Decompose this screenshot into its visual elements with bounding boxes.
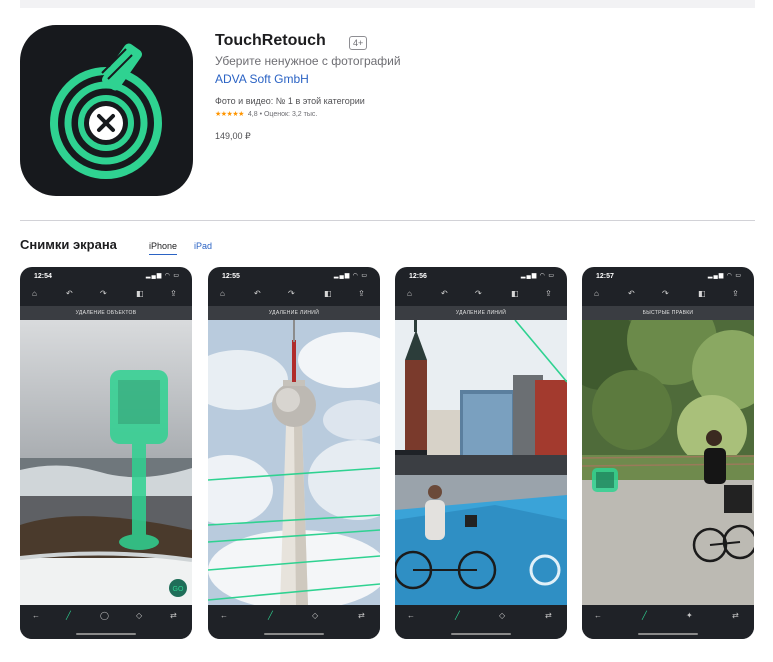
back-icon: ← — [594, 611, 602, 620]
app-toolbar: ⌂ ↶ ↷ ◧ ⇪ — [20, 285, 192, 305]
home-indicator — [264, 633, 324, 635]
status-bar: 12:56 ▂▄▆ ◠ ▭ — [395, 267, 567, 285]
share-icon: ⇪ — [545, 289, 552, 298]
app-toolbar: ⌂ ↶ ↷ ◧ ⇪ — [208, 285, 380, 305]
divider — [20, 220, 755, 221]
screenshot-2[interactable]: 12:55 ▂▄▆ ◠ ▭ ⌂ ↶ ↷ ◧ ⇪ УДАЛЕНИЕ ЛИНИЙ ←… — [208, 267, 380, 639]
share-icon: ⇪ — [358, 289, 365, 298]
redo-icon: ↷ — [662, 289, 669, 298]
undo-icon: ↶ — [66, 289, 73, 298]
tab-iphone[interactable]: iPhone — [149, 241, 178, 255]
redo-icon: ↷ — [100, 289, 107, 298]
rating-stars-icon: ★★★★★ — [215, 111, 244, 118]
status-bar: 12:55 ▂▄▆ ◠ ▭ — [208, 267, 380, 285]
back-icon: ← — [32, 611, 40, 620]
share-icon: ⇪ — [732, 289, 739, 298]
svg-text:GO: GO — [173, 586, 184, 593]
eraser-icon: ◇ — [312, 611, 319, 620]
settings-icon: ⇄ — [170, 611, 177, 620]
rating-row: ★★★★★ 4,8 • Оценок: 3,2 тыс. — [215, 110, 318, 119]
settings-icon: ⇄ — [545, 611, 552, 620]
screenshot-1[interactable]: 12:54 ▂▄▆ ◠ ▭ ⌂ ↶ ↷ ◧ ⇪ УДАЛЕНИЕ ОБЪЕКТО… — [20, 267, 192, 639]
undo-icon: ↶ — [441, 289, 448, 298]
undo-icon: ↶ — [254, 289, 261, 298]
home-icon: ⌂ — [220, 289, 225, 298]
back-icon: ← — [407, 611, 415, 620]
status-bar: 12:57 ▂▄▆ ◠ ▭ — [582, 267, 754, 285]
brush-icon: ╱ — [66, 611, 71, 620]
top-strip — [20, 0, 755, 8]
redo-icon: ↷ — [475, 289, 482, 298]
price: 149,00 ₽ — [215, 131, 251, 141]
status-time: 12:55 — [222, 273, 240, 280]
bottom-toolbar: ← ╱ ◇ ⇄ — [395, 605, 567, 639]
app-subtitle: Уберите ненужное с фотографий — [215, 54, 401, 68]
bottom-toolbar: ← ╱ ◇ ⇄ — [208, 605, 380, 639]
signal-icon: ▂▄▆ ◠ ▭ — [145, 273, 180, 279]
status-time: 12:56 — [409, 273, 427, 280]
compare-icon: ◧ — [698, 289, 706, 298]
bottom-toolbar: ← ╱ ✦ ⇄ — [582, 605, 754, 639]
eraser-icon: ◇ — [136, 611, 143, 620]
category-rank[interactable]: Фото и видео: № 1 в этой категории — [215, 96, 365, 106]
app-icon[interactable] — [20, 25, 193, 196]
home-indicator — [76, 633, 136, 635]
share-icon: ⇪ — [170, 289, 177, 298]
touchretouch-logo-icon — [50, 43, 162, 179]
mode-label: УДАЛЕНИЕ ЛИНИЙ — [395, 306, 567, 320]
settings-icon: ⇄ — [732, 611, 739, 620]
photo-tower — [208, 320, 380, 605]
brush-icon: ╱ — [642, 611, 647, 620]
signal-icon: ▂▄▆ ◠ ▭ — [333, 273, 368, 279]
photo-street — [395, 320, 567, 605]
undo-icon: ↶ — [628, 289, 635, 298]
compare-icon: ◧ — [511, 289, 519, 298]
status-time: 12:57 — [596, 273, 614, 280]
settings-icon: ⇄ — [358, 611, 365, 620]
screenshot-3[interactable]: 12:56 ▂▄▆ ◠ ▭ ⌂ ↶ ↷ ◧ ⇪ УДАЛЕНИЕ ЛИНИЙ ←… — [395, 267, 567, 639]
clone-icon: ✦ — [686, 611, 693, 620]
photo-beach: GO — [20, 320, 192, 605]
home-indicator — [451, 633, 511, 635]
status-time: 12:54 — [34, 273, 52, 280]
signal-icon: ▂▄▆ ◠ ▭ — [707, 273, 742, 279]
compare-icon: ◧ — [324, 289, 332, 298]
back-icon: ← — [220, 611, 228, 620]
eraser-icon: ◇ — [499, 611, 506, 620]
screenshots-heading: Снимки экрана — [20, 237, 117, 252]
bottom-toolbar: ← ╱ ◯ ◇ ⇄ — [20, 605, 192, 639]
home-icon: ⌂ — [32, 289, 37, 298]
app-toolbar: ⌂ ↶ ↷ ◧ ⇪ — [582, 285, 754, 305]
home-icon: ⌂ — [407, 289, 412, 298]
developer-link[interactable]: ADVA Soft GmbH — [215, 72, 309, 86]
mode-label: БЫСТРЫЕ ПРАВКИ — [582, 306, 754, 320]
rating-text: 4,8 • Оценок: 3,2 тыс. — [247, 110, 318, 118]
lasso-icon: ◯ — [100, 611, 109, 620]
mode-label: УДАЛЕНИЕ ЛИНИЙ — [208, 306, 380, 320]
brush-icon: ╱ — [455, 611, 460, 620]
mode-label: УДАЛЕНИЕ ОБЪЕКТОВ — [20, 306, 192, 320]
status-bar: 12:54 ▂▄▆ ◠ ▭ — [20, 267, 192, 285]
screenshot-4[interactable]: 12:57 ▂▄▆ ◠ ▭ ⌂ ↶ ↷ ◧ ⇪ БЫСТРЫЕ ПРАВКИ ←… — [582, 267, 754, 639]
signal-icon: ▂▄▆ ◠ ▭ — [520, 273, 555, 279]
redo-icon: ↷ — [288, 289, 295, 298]
tab-ipad[interactable]: iPad — [194, 241, 212, 251]
compare-icon: ◧ — [136, 289, 144, 298]
brush-icon: ╱ — [268, 611, 273, 620]
app-toolbar: ⌂ ↶ ↷ ◧ ⇪ — [395, 285, 567, 305]
home-icon: ⌂ — [594, 289, 599, 298]
app-title: TouchRetouch — [215, 32, 326, 49]
photo-park — [582, 320, 754, 605]
age-rating-badge: 4+ — [349, 36, 368, 50]
home-indicator — [638, 633, 698, 635]
